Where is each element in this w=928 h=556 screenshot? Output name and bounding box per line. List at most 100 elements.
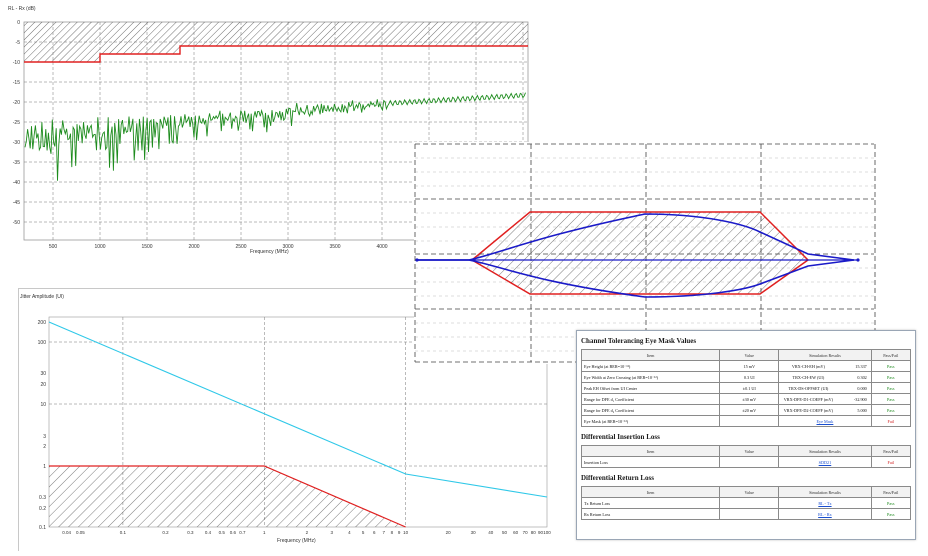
report-status-cell: Pass (870, 393, 911, 405)
report-result-cell: VRX-DFE-D1-COEFF (mV) -32.900 (778, 393, 872, 405)
report-column-header: Simulation Results (778, 486, 872, 498)
jitter-y-tick-label: 100 (38, 340, 47, 346)
report-value-cell (719, 497, 780, 509)
report-row: Eye Height (at BER=10⁻¹²) 15 mV VRX-CH-EH … (580, 360, 911, 372)
report-value-cell: ±0.1 UI (719, 382, 780, 394)
report-table: Item Value Simulation Results Pass/Fail Tx R… (580, 486, 911, 520)
report-status-cell: Pass (870, 360, 911, 372)
jitter-x-tick-label: 9 (398, 530, 401, 535)
jitter-x-tick-label: 7 (382, 530, 385, 535)
eye-mask-polygon (470, 211, 810, 295)
report-item-cell: Eye Width at Zero Crossing (at BER=10⁻¹²… (580, 371, 721, 383)
report-column-header: Pass/Fail (870, 486, 911, 498)
rl-y-tick-label: -10 (13, 60, 20, 66)
report-result-link[interactable]: RL - Tx (778, 497, 872, 509)
jitter-x-tick-label: 80 (531, 530, 537, 535)
jitter-y-axis-title: Jitter Amplitude (UI) (20, 294, 64, 300)
report-section-title: Differential Return Loss (581, 474, 654, 482)
report-value-cell (719, 456, 780, 468)
report-section-title: Channel Tolerancing Eye Mask Values (581, 337, 697, 345)
rl-x-tick-label: 500 (49, 244, 58, 250)
report-result-value: -32.900 (853, 396, 867, 402)
jitter-x-tick-label: 0.1 (120, 530, 127, 535)
report-item-cell: Tx Return Loss (580, 497, 721, 509)
report-value-cell: ±30 mV (719, 393, 780, 405)
jitter-x-tick-label: 60 (513, 530, 519, 535)
report-header-row: Item Value Simulation Results Pass/Fail (580, 486, 911, 498)
rl-x-tick-label: 2000 (188, 244, 199, 250)
report-result-cell: VRX-DFE-D2-COEFF (mV) 5.000 (778, 404, 872, 416)
report-result-label: TRX-DS-OFFSET (UI) (788, 385, 829, 391)
report-result-label: VRX-DFE-D2-COEFF (mV) (783, 407, 833, 413)
jitter-x-axis-title: Frequency (MHz) (277, 538, 316, 544)
report-row: Tx Return Loss RL - Tx Pass (580, 497, 911, 509)
report-column-header: Item (580, 349, 721, 361)
jitter-y-tick-label: 20 (40, 382, 46, 388)
jitter-y-tick-label: 0.1 (39, 525, 46, 531)
jitter-x-tick-label: 70 (523, 530, 529, 535)
rl-y-tick-label: -30 (13, 140, 20, 146)
report-status-cell: Fail (870, 456, 911, 468)
report-row: Range for DFE d₁ Coefficient ±30 mV VRX-DF… (580, 393, 911, 405)
rl-y-tick-label: -20 (13, 100, 20, 106)
report-column-header: Value (719, 486, 780, 498)
rl-x-tick-label: 4000 (376, 244, 387, 250)
rl-y-tick-label: 0 (17, 20, 20, 26)
rl-x-tick-label: 1000 (94, 244, 105, 250)
jitter-x-tick-label: 30 (471, 530, 477, 535)
rl-y-axis-title: RL - Rx (dB) (8, 6, 36, 12)
report-row: Insertion Loss SDD21 Fail (580, 456, 911, 468)
report-column-header: Simulation Results (778, 349, 872, 361)
report-column-header: Pass/Fail (870, 445, 911, 457)
report-result-link[interactable]: Eye Mask (778, 415, 872, 427)
report-result-value: 0.000 (857, 385, 867, 391)
report-value-cell: ±20 mV (719, 404, 780, 416)
report-result-value: 15.337 (855, 363, 867, 369)
report-status-cell: Pass (870, 382, 911, 394)
report-column-header: Value (719, 349, 780, 361)
rl-y-tick-label: -35 (13, 160, 20, 166)
report-item-cell: Rx Return Loss (580, 508, 721, 520)
report-column-header: Pass/Fail (870, 349, 911, 361)
jitter-x-tick-label: 0.04 (62, 530, 71, 535)
report-row: Rx Return Loss RL - Rx Pass (580, 508, 911, 520)
rl-x-axis-title: Frequency (MHz) (250, 249, 289, 255)
report-header-row: Item Value Simulation Results Pass/Fail (580, 445, 911, 457)
report-result-label: TRX-CH-EW (UI) (792, 374, 825, 380)
report-result-label: VRX-CH-EH (mV) (791, 363, 825, 369)
report-column-header: Simulation Results (778, 445, 872, 457)
report-column-header: Value (719, 445, 780, 457)
jitter-x-tick-label: 0.6 (230, 530, 237, 535)
report-body: Channel Tolerancing Eye Mask Values Item V… (577, 337, 915, 520)
jitter-y-tick-label: 200 (38, 320, 47, 326)
report-status-cell: Pass (870, 497, 911, 509)
report-result-cell: VRX-CH-EH (mV) 15.337 (778, 360, 872, 372)
report-item-cell: Eye Height (at BER=10⁻¹²) (580, 360, 721, 372)
jitter-y-tick-label: 10 (40, 402, 46, 408)
jitter-y-tick-label: 30 (40, 371, 46, 377)
rl-y-tick-label: -15 (13, 80, 20, 86)
jitter-y-tick-label: 0.2 (39, 506, 46, 512)
jitter-x-tick-label: 0.2 (162, 530, 169, 535)
report-result-value: 5.000 (857, 407, 867, 413)
jitter-x-tick-label: 0.7 (239, 530, 246, 535)
jitter-y-tick-label: 3 (43, 434, 46, 440)
rl-y-tick-label: -40 (13, 180, 20, 186)
jitter-x-tick-label: 0.3 (187, 530, 194, 535)
report-header-row: Item Value Simulation Results Pass/Fail (580, 349, 911, 361)
report-result-cell: TRX-DS-OFFSET (UI) 0.000 (778, 382, 872, 394)
report-result-link[interactable]: SDD21 (778, 456, 872, 468)
jitter-x-tick-label: 1 (263, 530, 266, 535)
report-row: Eye Mask (at BER=10⁻¹²) Eye Mask Fail (580, 415, 911, 427)
jitter-x-tick-label: 0.4 (205, 530, 212, 535)
report-result-cell: TRX-CH-EW (UI) 0.302 (778, 371, 872, 383)
jitter-x-tick-label: 0.5 (219, 530, 226, 535)
jitter-x-tick-label: 0.05 (76, 530, 85, 535)
rl-x-tick-label: 1500 (141, 244, 152, 250)
jitter-x-tick-label: 2 (306, 530, 309, 535)
report-row: Peak EH Offset from UI Center ±0.1 UI TRX-… (580, 382, 911, 394)
report-item-cell: Range for DFE d₁ Coefficient (580, 393, 721, 405)
eye-center-end-marker (856, 258, 860, 262)
report-result-link[interactable]: RL - Rx (778, 508, 872, 520)
report-item-cell: Peak EH Offset from UI Center (580, 382, 721, 394)
